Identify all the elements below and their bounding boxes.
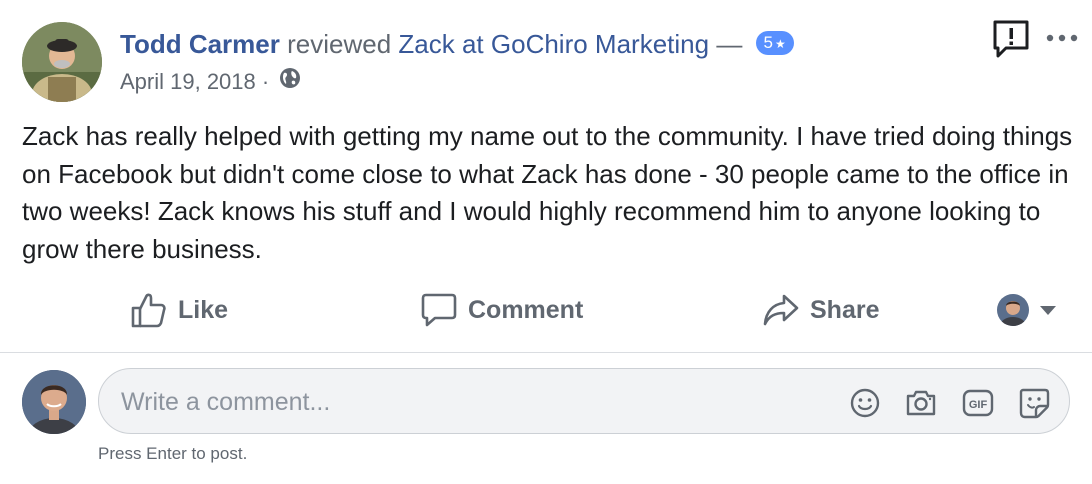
chevron-down-icon: [1040, 306, 1056, 315]
header-dash: —: [716, 29, 743, 59]
page-name-link[interactable]: Zack at GoChiro Marketing: [398, 29, 709, 59]
share-icon: [763, 294, 799, 326]
comment-placeholder: Write a comment...: [121, 388, 331, 416]
reviewer-avatar[interactable]: [22, 22, 102, 102]
voice-selector[interactable]: [997, 292, 1059, 328]
divider: [0, 352, 1092, 353]
current-user-avatar[interactable]: [22, 370, 86, 434]
comment-icon: [421, 293, 457, 327]
report-icon[interactable]: [990, 18, 1032, 60]
press-enter-hint: Press Enter to post.: [98, 444, 248, 463]
gif-icon[interactable]: GIF: [961, 386, 995, 420]
share-button[interactable]: Share: [762, 286, 879, 334]
current-user-avatar-small: [997, 294, 1029, 326]
star-icon: ★: [775, 37, 786, 52]
post-date[interactable]: April 19, 2018: [120, 69, 256, 94]
more-options-icon[interactable]: [1044, 28, 1080, 48]
rating-value: 5: [763, 33, 774, 53]
review-body: Zack has really helped with getting my n…: [22, 121, 1073, 264]
like-button[interactable]: Like: [130, 286, 228, 334]
reviewed-text: reviewed: [287, 29, 392, 59]
thumbs-up-icon: [131, 293, 166, 328]
like-label: Like: [178, 295, 229, 324]
rating-badge: 5 ★: [755, 31, 794, 56]
globe-icon[interactable]: [279, 67, 301, 96]
reviewer-name[interactable]: Todd Carmer: [120, 29, 280, 59]
comment-button[interactable]: Comment: [420, 286, 583, 334]
post-meta: April 19, 2018 ·: [120, 67, 301, 98]
svg-text:GIF: GIF: [969, 399, 988, 411]
emoji-icon[interactable]: [848, 386, 882, 420]
sticker-icon[interactable]: [1017, 386, 1051, 420]
comment-label: Comment: [468, 295, 584, 324]
date-separator: ·: [261, 69, 270, 94]
share-label: Share: [810, 295, 880, 324]
camera-icon[interactable]: [904, 386, 938, 420]
review-header: Todd Carmer reviewed Zack at GoChiro Mar…: [120, 28, 794, 60]
comment-input[interactable]: Write a comment... GIF: [98, 368, 1070, 434]
